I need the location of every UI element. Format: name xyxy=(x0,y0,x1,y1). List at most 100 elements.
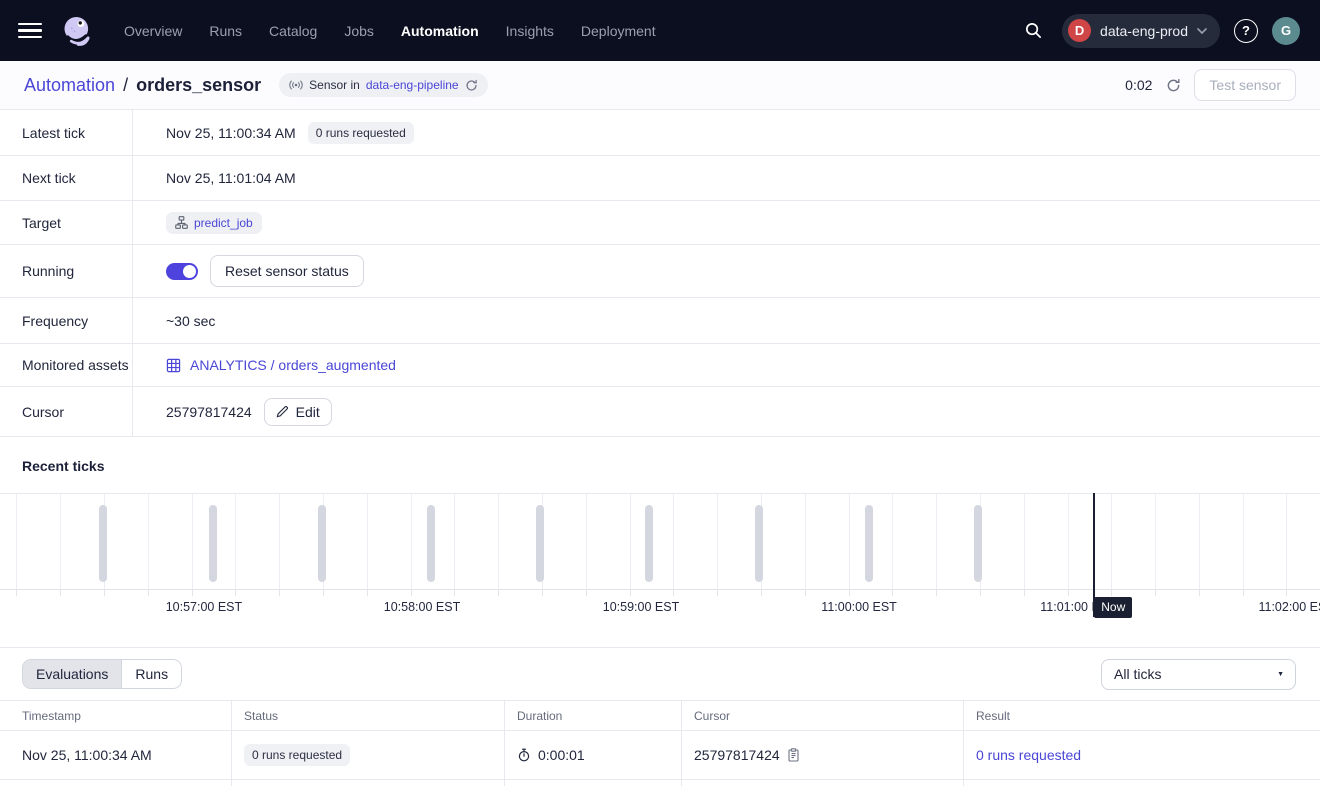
user-avatar[interactable]: G xyxy=(1272,17,1300,45)
timeline-gridline xyxy=(1068,494,1069,589)
cell-result-link[interactable]: 0 runs requested xyxy=(976,747,1081,763)
axis-tick xyxy=(104,590,105,596)
target-job-pill[interactable]: predict_job xyxy=(166,212,262,234)
latest-tick-value: Nov 25, 11:00:34 AM xyxy=(166,125,296,141)
axis-tick xyxy=(1068,590,1069,596)
frequency-label: Frequency xyxy=(0,298,133,343)
col-status: Status xyxy=(232,701,505,730)
sensor-tick-bar[interactable] xyxy=(427,505,435,582)
table-header-row: Timestamp Status Duration Cursor Result xyxy=(0,700,1320,731)
ticks-timeline: Now 10:57:00 EST10:58:00 EST10:59:00 EST… xyxy=(0,493,1320,647)
dagster-logo[interactable] xyxy=(58,11,98,51)
stopwatch-icon xyxy=(517,748,531,762)
axis-tick xyxy=(1111,590,1112,596)
sensor-tick-bar[interactable] xyxy=(209,505,217,582)
timeline-gridline xyxy=(1286,494,1287,589)
axis-tick xyxy=(761,590,762,596)
search-button[interactable] xyxy=(1018,16,1048,46)
axis-tick xyxy=(805,590,806,596)
nav-item-catalog[interactable]: Catalog xyxy=(269,23,317,39)
running-label: Running xyxy=(0,245,133,297)
timeline-gridline xyxy=(805,494,806,589)
cursor-value: 25797817424 xyxy=(166,404,252,420)
tab-evaluations[interactable]: Evaluations xyxy=(23,660,121,688)
recent-ticks-heading: Recent ticks xyxy=(0,437,1320,493)
nav-menu: Overview Runs Catalog Jobs Automation Insight… xyxy=(124,23,656,39)
col-timestamp: Timestamp xyxy=(0,701,232,730)
sensor-tick-bar[interactable] xyxy=(865,505,873,582)
timeline-gridline xyxy=(60,494,61,589)
axis-tick xyxy=(235,590,236,596)
help-button[interactable]: ? xyxy=(1234,19,1258,43)
timeline-gridline xyxy=(630,494,631,589)
nav-item-insights[interactable]: Insights xyxy=(506,23,554,39)
col-result: Result xyxy=(964,701,1320,730)
nav-item-automation[interactable]: Automation xyxy=(401,23,479,39)
evaluations-table: Timestamp Status Duration Cursor Result … xyxy=(0,700,1320,786)
evaluation-row: Nov 25, 11:00:34 AM 0 runs requested 0:0… xyxy=(0,731,1320,780)
timeline-gridline xyxy=(16,494,17,589)
job-icon xyxy=(175,216,188,229)
sensor-tick-bar[interactable] xyxy=(755,505,763,582)
sensor-tick-bar[interactable] xyxy=(645,505,653,582)
axis-tick xyxy=(936,590,937,596)
sensor-tick-bar[interactable] xyxy=(318,505,326,582)
row-frequency: Frequency ~30 sec xyxy=(0,298,1320,344)
target-job-link[interactable]: predict_job xyxy=(194,216,253,230)
row-target: Target predict_job xyxy=(0,201,1320,245)
frequency-value: ~30 sec xyxy=(166,313,215,329)
nav-item-jobs[interactable]: Jobs xyxy=(344,23,374,39)
cell-duration: 0:00:01 xyxy=(538,747,585,763)
pencil-icon xyxy=(276,405,289,418)
sensor-tick-bar[interactable] xyxy=(99,505,107,582)
sensor-tick-bar[interactable] xyxy=(536,505,544,582)
axis-tick xyxy=(148,590,149,596)
col-cursor: Cursor xyxy=(682,701,964,730)
tab-runs[interactable]: Runs xyxy=(121,660,181,688)
refresh-icon xyxy=(1166,78,1181,93)
edit-cursor-button[interactable]: Edit xyxy=(264,398,332,426)
timeline-gridline xyxy=(279,494,280,589)
axis-tick xyxy=(16,590,17,596)
sensor-badge-prefix: Sensor in xyxy=(309,78,360,92)
chevron-down-icon xyxy=(1197,28,1207,34)
timeline-gridline xyxy=(454,494,455,589)
timeline-gridline xyxy=(1199,494,1200,589)
deployment-switcher[interactable]: D data-eng-prod xyxy=(1062,14,1220,48)
col-duration: Duration xyxy=(505,701,682,730)
axis-tick xyxy=(411,590,412,596)
page-header: Automation / orders_sensor Sensor in dat… xyxy=(0,61,1320,110)
question-icon: ? xyxy=(1242,23,1250,38)
breadcrumb-separator: / xyxy=(123,75,128,96)
dagster-octopus-icon xyxy=(60,13,96,49)
axis-tick xyxy=(980,590,981,596)
axis-tick xyxy=(542,590,543,596)
code-location-link[interactable]: data-eng-pipeline xyxy=(366,78,459,92)
nav-item-runs[interactable]: Runs xyxy=(209,23,242,39)
reset-sensor-status-button[interactable]: Reset sensor status xyxy=(210,255,364,287)
timeline-gridline xyxy=(1243,494,1244,589)
breadcrumb-automation-link[interactable]: Automation xyxy=(24,75,115,96)
copy-clipboard-icon[interactable] xyxy=(787,748,800,762)
monitored-asset-link[interactable]: ANALYTICS / orders_augmented xyxy=(166,357,396,373)
test-sensor-button[interactable]: Test sensor xyxy=(1194,69,1296,101)
caret-down-icon: ▼ xyxy=(1277,671,1284,678)
nav-item-deployment[interactable]: Deployment xyxy=(581,23,656,39)
running-toggle[interactable] xyxy=(166,263,198,280)
nav-item-overview[interactable]: Overview xyxy=(124,23,182,39)
axis-tick xyxy=(192,590,193,596)
sensor-tick-bar[interactable] xyxy=(974,505,982,582)
reload-location-icon[interactable] xyxy=(465,79,478,92)
tick-filter-select[interactable]: All ticks ▼ xyxy=(1101,659,1296,690)
axis-tick xyxy=(323,590,324,596)
cursor-label: Cursor xyxy=(0,387,133,436)
refresh-button[interactable] xyxy=(1162,74,1184,96)
deployment-name: data-eng-prod xyxy=(1100,23,1188,39)
timeline-gridline xyxy=(673,494,674,589)
axis-tick xyxy=(60,590,61,596)
axis-tick xyxy=(454,590,455,596)
axis-tick xyxy=(367,590,368,596)
row-monitored-assets: Monitored assets ANALYTICS / orders_augm… xyxy=(0,344,1320,387)
axis-tick xyxy=(717,590,718,596)
menu-button[interactable] xyxy=(18,23,42,39)
